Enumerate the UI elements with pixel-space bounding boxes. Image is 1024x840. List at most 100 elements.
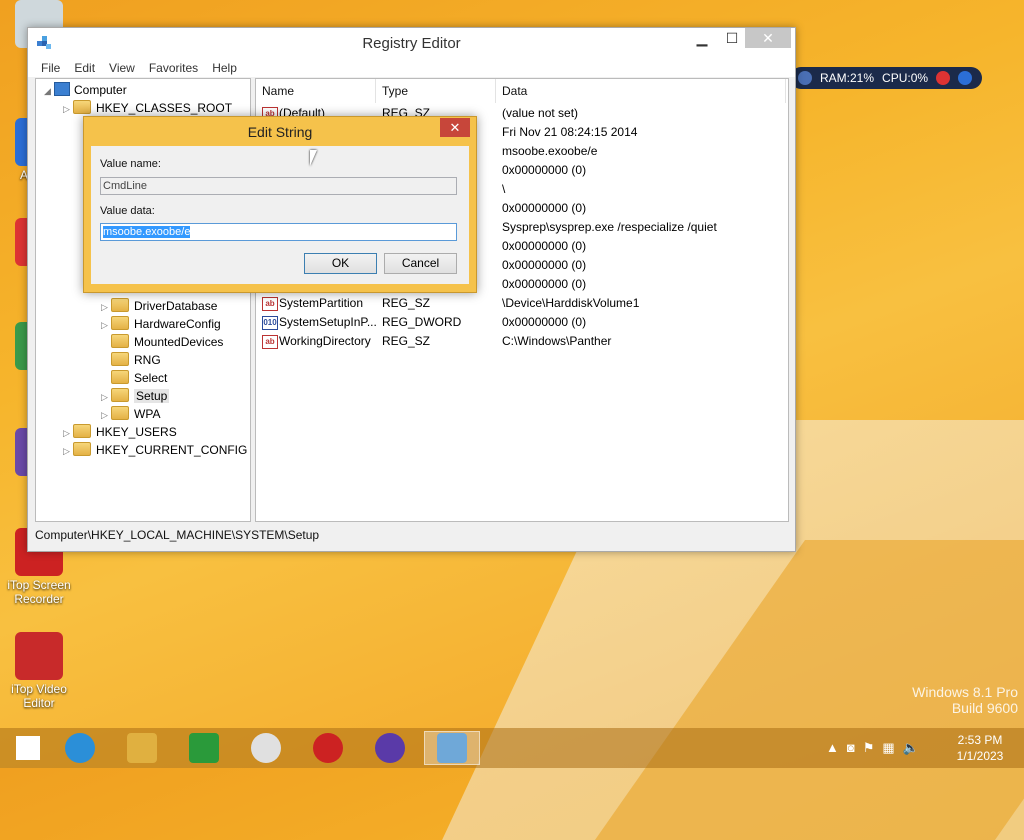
start-taskbar-button[interactable] — [0, 731, 56, 765]
column-header-name[interactable]: Name — [256, 79, 376, 103]
menu-edit[interactable]: Edit — [67, 59, 102, 77]
regedit-icon — [437, 733, 467, 763]
maximize-button[interactable]: ☐ — [718, 28, 746, 48]
cell-data: 0x00000000 (0) — [502, 315, 587, 329]
chrome-taskbar-button[interactable] — [238, 731, 294, 765]
tree-node[interactable]: MountedDevices — [101, 333, 223, 351]
expand-arrow-icon[interactable]: ▷ — [101, 388, 111, 406]
cell-data: \Device\HarddiskVolume1 — [502, 296, 640, 310]
ie-taskbar-button[interactable] — [52, 731, 108, 765]
tree-node-label: HardwareConfig — [134, 317, 221, 331]
cell-data: 0x00000000 (0) — [502, 239, 587, 253]
tree-node[interactable]: ▷ HKEY_CURRENT_CONFIG — [63, 441, 247, 459]
value-data-field[interactable]: msoobe.exoobe/e — [100, 223, 457, 241]
tray-app-icon[interactable]: ◙ — [847, 740, 855, 756]
tree-node[interactable]: ▷ HKEY_USERS — [63, 423, 177, 441]
cell-type: REG_DWORD — [382, 315, 462, 329]
tree-node[interactable]: ◢ Computer — [44, 81, 127, 99]
clock[interactable]: 2:53 PM 1/1/2023 — [950, 732, 1010, 764]
cell-data: Sysprep\sysprep.exe /respecialize /quiet — [502, 220, 717, 234]
file-explorer-icon — [127, 733, 157, 763]
expand-arrow-icon[interactable]: ▷ — [101, 316, 111, 334]
table-row[interactable]: ab SystemPartition REG_SZ \Device\HarddiskV… — [256, 294, 788, 313]
cell-data: \ — [502, 182, 506, 196]
tree-node[interactable]: ▷ DriverDatabase — [101, 297, 217, 315]
folder-icon — [111, 352, 129, 366]
system-monitor-widget[interactable]: RAM:21% CPU:0% — [790, 67, 982, 89]
dialog-title[interactable]: Edit String — [84, 117, 476, 147]
string-value-icon: ab — [262, 335, 278, 349]
monitor-icon — [798, 71, 812, 85]
store-icon — [189, 733, 219, 763]
tree-node[interactable]: ▷ Setup — [101, 387, 170, 406]
store-taskbar-button[interactable] — [176, 731, 232, 765]
tree-node[interactable]: Select — [101, 369, 167, 387]
column-header-data[interactable]: Data — [496, 79, 786, 103]
network-icon[interactable]: ▦ — [882, 740, 894, 756]
cell-name: WorkingDirectory — [279, 334, 371, 348]
cell-name: SystemPartition — [279, 296, 364, 310]
desktop-icon[interactable]: iTop Video Editor — [0, 632, 78, 710]
folder-icon — [73, 442, 91, 456]
arrow-right-icon[interactable] — [958, 71, 973, 85]
table-row[interactable]: 010 SystemSetupInP... REG_DWORD 0x00000000 … — [256, 313, 788, 332]
tree-node[interactable]: RNG — [101, 351, 161, 369]
value-name-field[interactable]: CmdLine — [100, 177, 457, 195]
folder-icon — [111, 298, 129, 312]
dialog-close-button[interactable]: ✕ — [440, 118, 470, 137]
expand-arrow-icon[interactable]: ▷ — [63, 442, 73, 460]
minimize-button[interactable]: ▁ — [688, 28, 716, 48]
cell-data: 0x00000000 (0) — [502, 277, 587, 291]
value-name-label: Value name: — [100, 158, 161, 170]
menu-favorites[interactable]: Favorites — [142, 59, 205, 77]
boost-icon[interactable] — [936, 71, 951, 85]
expand-arrow-icon[interactable]: ▷ — [63, 424, 73, 442]
tree-node-label: HKEY_CLASSES_ROOT — [96, 101, 233, 115]
app-red-taskbar-button[interactable] — [300, 731, 356, 765]
cancel-button[interactable]: Cancel — [384, 253, 457, 274]
expand-arrow-icon[interactable]: ▷ — [101, 298, 111, 316]
volume-icon[interactable]: 🔈 — [903, 740, 919, 756]
regedit-taskbar-button[interactable] — [424, 731, 480, 765]
clock-time: 2:53 PM — [957, 733, 1003, 747]
file-explorer-taskbar-button[interactable] — [114, 731, 170, 765]
chevron-up-icon[interactable]: ▲ — [826, 740, 839, 756]
folder-icon — [111, 334, 129, 348]
cpu-usage: CPU:0% — [882, 71, 929, 85]
chrome-icon — [251, 733, 281, 763]
tree-node[interactable]: ▷ HKEY_CLASSES_ROOT — [63, 99, 232, 117]
flag-icon[interactable]: ⚑ — [863, 740, 875, 756]
tree-node[interactable]: ▷ WPA — [101, 405, 160, 423]
title-bar[interactable]: Registry Editor ▁ ☐ ✕ — [28, 28, 795, 59]
cell-data: (value not set) — [502, 106, 579, 120]
folder-icon — [111, 316, 129, 330]
tree-node-label: HKEY_USERS — [96, 425, 177, 439]
window-title: Registry Editor — [362, 35, 461, 52]
tree-node-label: RNG — [134, 353, 161, 367]
close-button[interactable]: ✕ — [745, 28, 791, 48]
ok-button[interactable]: OK — [304, 253, 377, 274]
start-icon — [16, 736, 40, 760]
cell-type: REG_SZ — [382, 334, 431, 348]
folder-icon — [111, 388, 129, 402]
tree-node[interactable]: ▷ HardwareConfig — [101, 315, 221, 333]
expand-arrow-icon[interactable]: ▷ — [101, 406, 111, 424]
menu-bar: File Edit View Favorites Help — [28, 59, 795, 77]
table-row[interactable]: ab WorkingDirectory REG_SZ C:\Windows\Panth… — [256, 332, 788, 351]
app-icon — [15, 632, 63, 680]
column-header-type[interactable]: Type — [376, 79, 496, 103]
dword-value-icon: 010 — [262, 316, 278, 330]
tree-node-label: Setup — [134, 389, 170, 403]
system-tray[interactable]: ▲ ◙ ⚑ ▦ 🔈 — [826, 740, 927, 756]
expand-arrow-icon[interactable]: ◢ — [44, 82, 54, 100]
expand-arrow-icon[interactable]: ▷ — [63, 100, 73, 118]
cell-data: 0x00000000 (0) — [502, 201, 587, 215]
app-blue-taskbar-button[interactable] — [362, 731, 418, 765]
menu-help[interactable]: Help — [205, 59, 244, 77]
tree-node-label: Select — [134, 371, 168, 385]
menu-file[interactable]: File — [34, 59, 67, 77]
menu-view[interactable]: View — [102, 59, 142, 77]
app-blue-icon — [375, 733, 405, 763]
tree-node-label: WPA — [134, 407, 161, 421]
folder-icon — [111, 406, 129, 420]
